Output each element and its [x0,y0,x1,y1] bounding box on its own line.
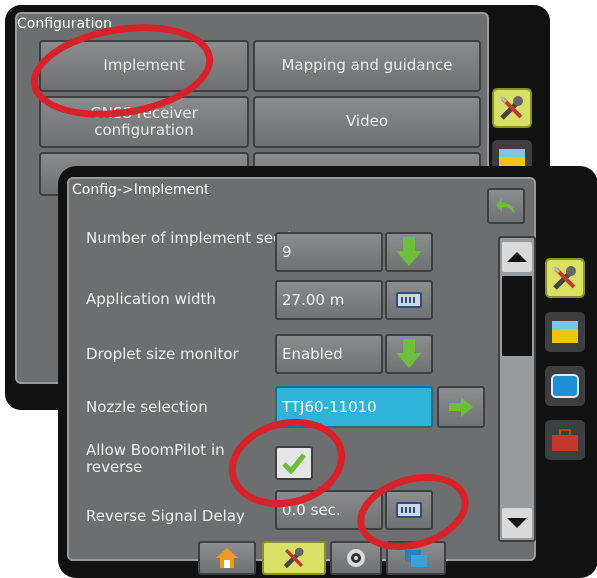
application-width-field[interactable]: 27.00 m [275,280,383,320]
keyboard-icon[interactable] [385,280,433,320]
implement-title: Config->Implement [72,182,210,198]
arrow-right-icon[interactable] [437,386,485,428]
wrench-screwdriver-icon[interactable] [492,88,532,128]
application-width-label: Application width [86,290,216,308]
gear-icon[interactable] [330,541,382,575]
droplet-size-monitor-label: Droplet size monitor [86,345,239,363]
scroll-up-arrow-icon[interactable] [502,242,532,272]
home-icon[interactable] [198,541,256,575]
drawer-icon[interactable] [545,312,585,352]
number-of-sections-field[interactable]: 9 [275,232,383,272]
mapping-and-guidance-button[interactable]: Mapping and guidance [253,40,481,92]
display-icon[interactable] [545,366,585,406]
nozzle-selection-label: Nozzle selection [86,398,208,416]
droplet-size-monitor-field[interactable]: Enabled [275,334,383,374]
wrench-screwdriver-icon[interactable] [262,541,326,575]
video-button[interactable]: Video [253,96,481,148]
scroll-down-arrow-icon[interactable] [502,508,532,538]
arrow-down-icon[interactable] [385,334,433,374]
arrow-down-icon[interactable] [385,232,433,272]
reverse-signal-delay-label: Reverse Signal Delay [86,507,245,525]
return-arrow-icon[interactable] [487,188,525,224]
toolbox-icon[interactable] [545,420,585,460]
wrench-screwdriver-icon[interactable] [545,258,585,298]
scroll-thumb[interactable] [502,276,532,356]
